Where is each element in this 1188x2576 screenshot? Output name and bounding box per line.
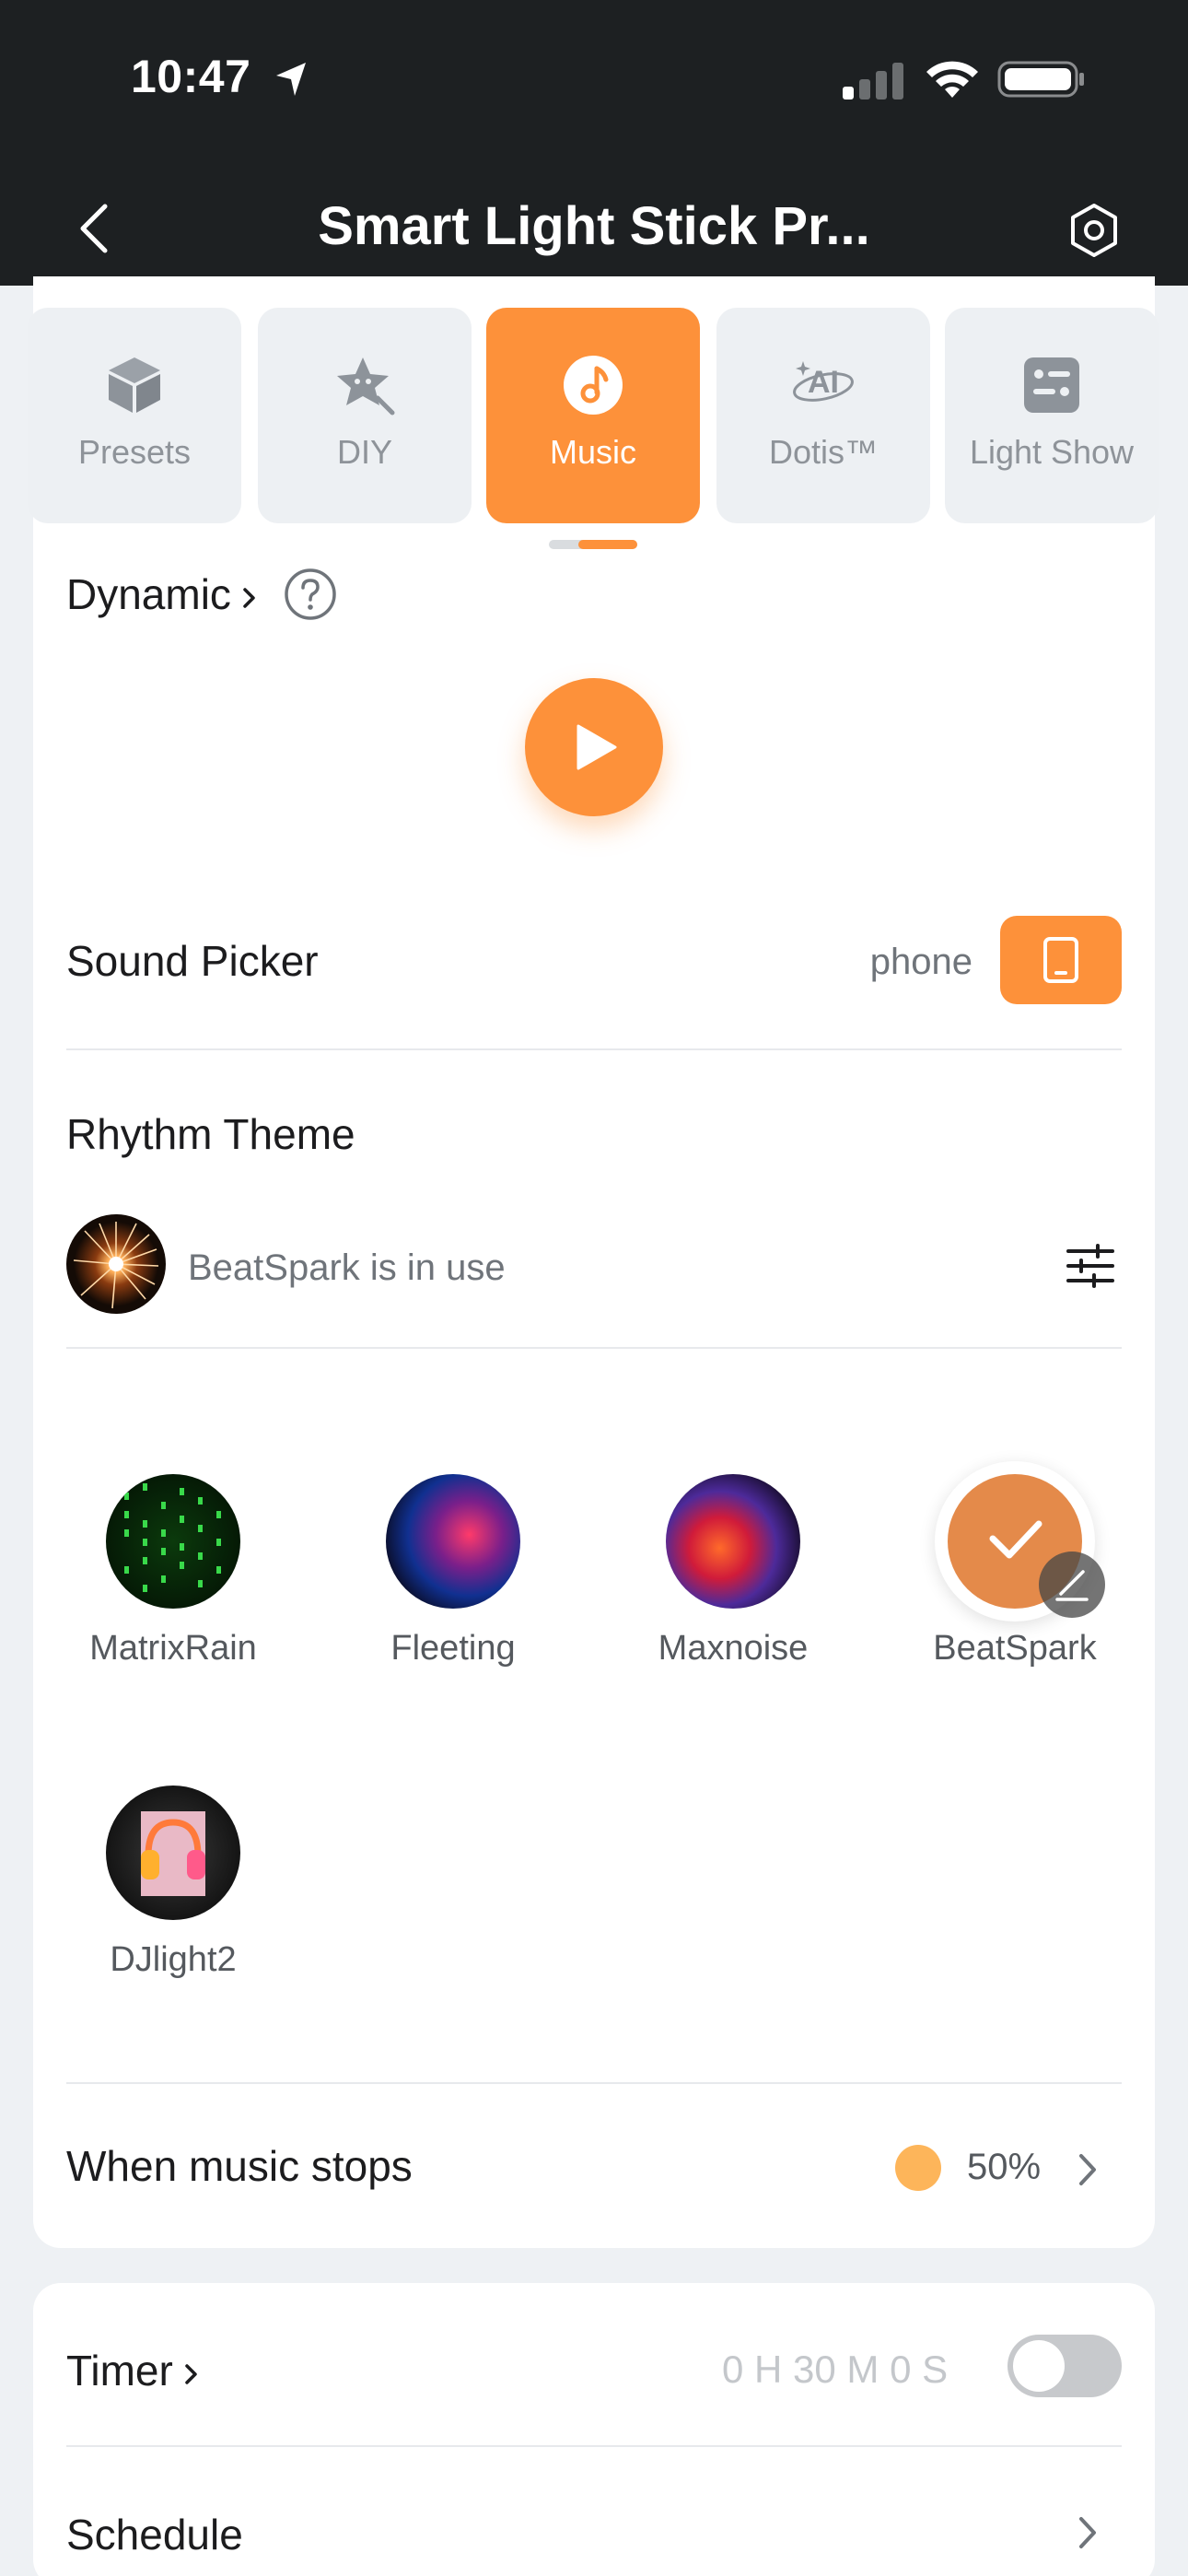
back-icon[interactable] [70,199,120,258]
timer-toggle[interactable] [1007,2335,1122,2397]
music-note-icon [564,356,623,415]
tab-dotis[interactable]: AI Dotis™ [716,308,930,523]
tab-label: DIY [336,433,392,471]
scroll-thumb [578,540,637,549]
edit-icon [1055,1570,1089,1601]
effect-name: Maxnoise [658,1629,809,1668]
effect-thumbnail [666,1474,800,1609]
theme-in-use-text: BeatSpark is in use [188,1247,506,1288]
schedule-label[interactable]: Schedule [66,2510,243,2559]
star-wand-icon [337,357,395,416]
ai-icon: AI [793,361,854,402]
sparkler-image [73,1222,159,1309]
status-bar: 10:47 [0,0,1188,166]
sound-picker-label: Sound Picker [66,937,319,985]
timer-link[interactable]: Timer [66,2346,201,2395]
music-stops-value: 50% [967,2147,1042,2187]
effect-djlight2[interactable]: DJlight2 [63,1786,284,2007]
chevron-right-icon[interactable] [1076,2150,1100,2189]
app-header: Smart Light Stick Pr... [0,175,1188,276]
check-icon [989,1520,1042,1559]
toggle-knob [1013,2340,1065,2392]
mode-tabs: Presets DIY Music AI Dotis™ Light Show [0,308,1188,523]
timer-label: Timer [66,2347,173,2395]
tab-music[interactable]: Music [486,308,700,523]
effect-thumbnail [106,1786,240,1920]
battery-icon [997,61,1084,98]
cellular-signal-icon [843,63,903,100]
dynamic-mode-link[interactable]: Dynamic [66,569,259,619]
effect-thumbnail [386,1474,520,1609]
effect-name: DJlight2 [110,1940,237,1979]
effect-matrixrain[interactable]: MatrixRain [63,1474,284,1695]
help-icon[interactable] [284,568,337,621]
rhythm-theme-label: Rhythm Theme [66,1110,355,1158]
effect-beatspark[interactable]: BeatSpark [904,1461,1125,1695]
play-icon [577,724,617,770]
divider [66,1347,1122,1349]
light-show-icon [1024,357,1079,413]
effect-name: Fleeting [390,1629,516,1668]
page-title: Smart Light Stick Pr... [318,196,870,256]
music-stops-color-dot [895,2145,941,2191]
divider [66,2082,1122,2084]
phone-icon [1043,937,1078,983]
tab-label: Light Show [969,433,1135,471]
effect-name: MatrixRain [89,1629,257,1668]
headphones-image [141,1811,205,1896]
effect-name: BeatSpark [933,1629,1097,1668]
sound-source-value: phone [869,942,973,982]
effect-maxnoise[interactable]: Maxnoise [623,1474,844,1695]
location-arrow-icon [276,63,306,96]
chevron-right-icon[interactable] [1076,2513,1100,2552]
edit-effect-button[interactable] [1039,1551,1105,1618]
wifi-icon [926,61,978,98]
top-bar: 10:47 Smart Light Stick Pr... [0,0,1188,286]
chevron-right-icon [243,588,255,608]
current-theme-thumbnail [66,1214,166,1314]
tab-label: Music [549,433,636,471]
divider [66,2445,1122,2447]
svg-text:AI: AI [808,365,839,400]
matrix-rain-image [124,1483,221,1592]
tab-presets[interactable]: Presets [28,308,241,523]
effect-thumbnail [106,1474,240,1609]
music-stops-label: When music stops [66,2142,413,2190]
tabs-scroll-indicator [549,540,637,549]
tab-label: Dotis™ [768,433,879,471]
divider [66,1048,1122,1050]
tab-light-show[interactable]: Light Show [945,308,1159,523]
timer-value: 0 H 30 M 0 S [722,2348,949,2391]
settings-icon[interactable] [1066,203,1122,258]
tab-label: Presets [77,433,192,471]
sliders-icon[interactable] [1066,1244,1114,1288]
tab-diy[interactable]: DIY [258,308,472,523]
dynamic-label: Dynamic [66,570,231,618]
cube-icon [109,357,160,413]
chevron-right-icon [185,2364,197,2384]
play-button[interactable] [525,678,663,816]
sound-source-phone-button[interactable] [1000,916,1122,1004]
effect-fleeting[interactable]: Fleeting [343,1474,564,1695]
status-time: 10:47 [131,51,251,102]
